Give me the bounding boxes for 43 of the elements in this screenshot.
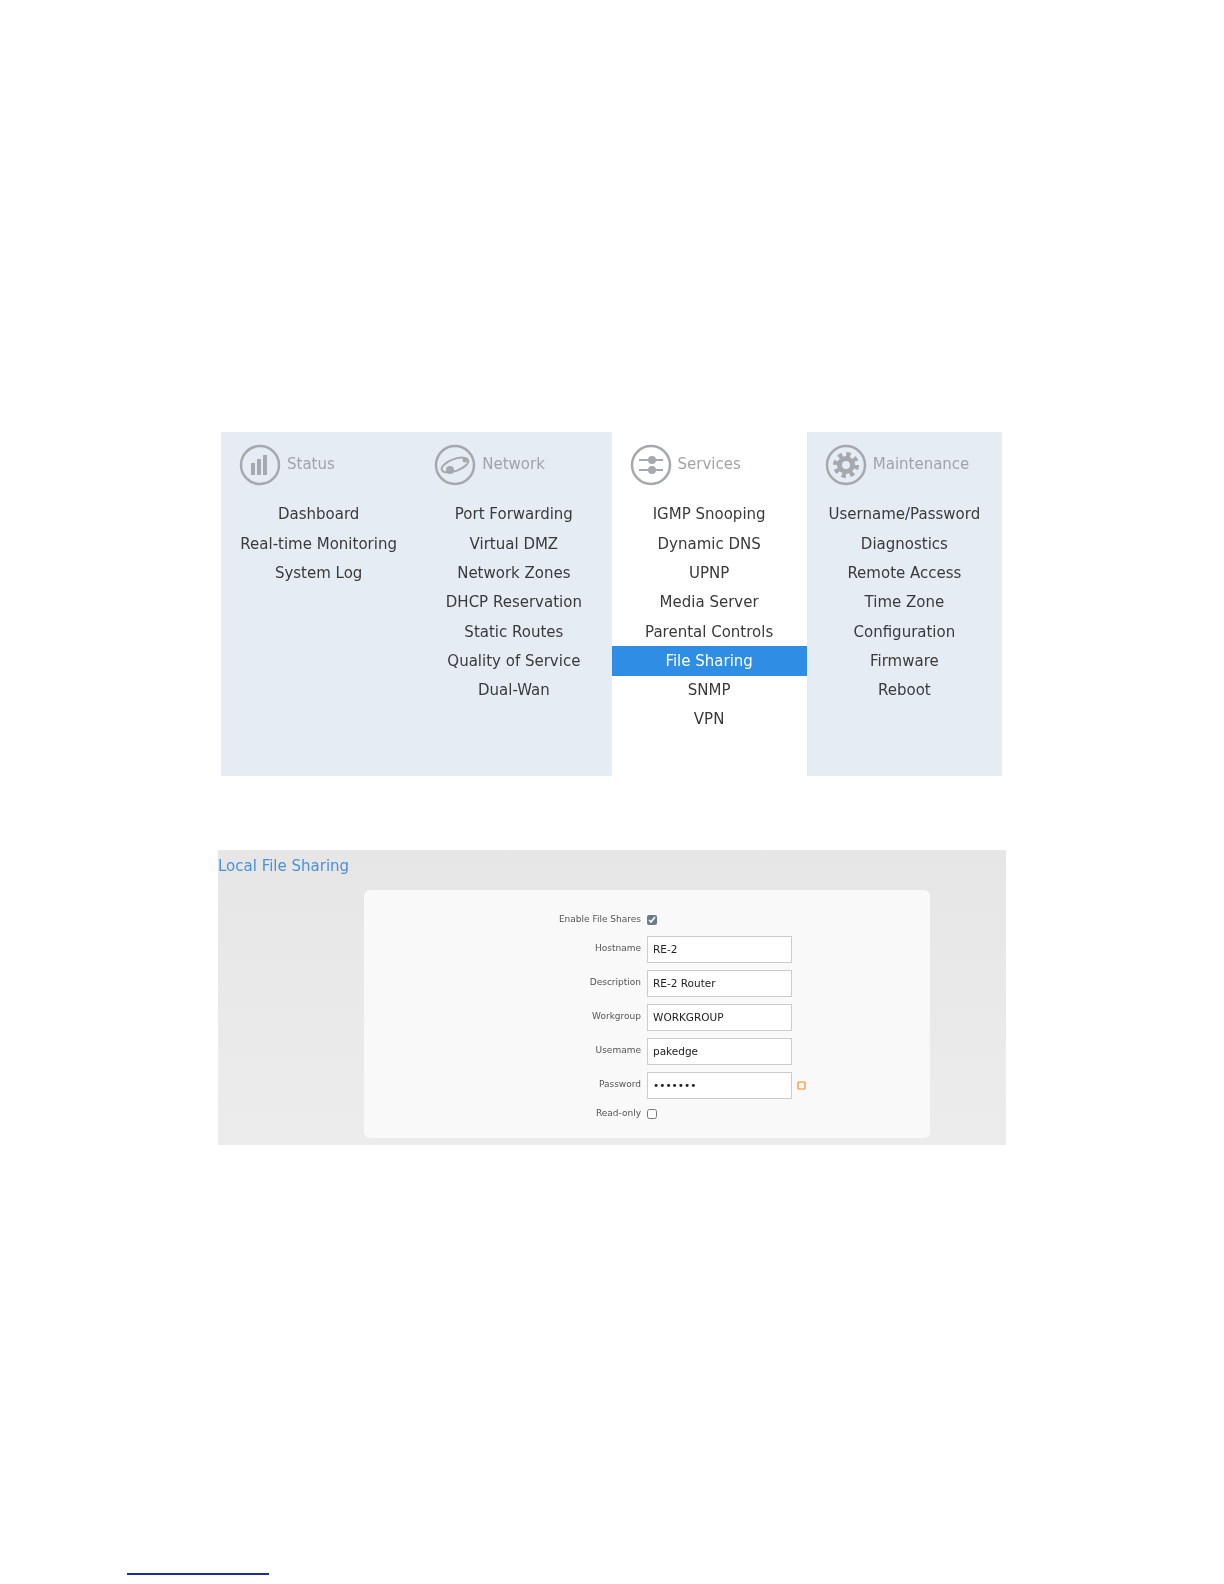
menu-item[interactable]: Configuration	[806, 617, 1002, 647]
menu-item[interactable]: Real-time Monitoring	[221, 529, 417, 559]
menu-item[interactable]: SNMP	[611, 675, 807, 706]
menu-item[interactable]: VPN	[611, 705, 807, 735]
menu-item[interactable]: System Log	[221, 558, 417, 588]
field-label: Description	[588, 976, 642, 990]
menu-item[interactable]: Firmware	[806, 646, 1002, 676]
menu-item[interactable]: Network Zones	[416, 558, 612, 588]
menu-item[interactable]: Virtual DMZ	[416, 529, 612, 559]
menu-item[interactable]: Diagnostics	[806, 529, 1002, 559]
menu-item[interactable]: Static Routes	[416, 617, 612, 647]
bar-chart-icon	[239, 443, 281, 486]
menu-item[interactable]: Port Forwarding	[416, 500, 612, 530]
checkbox[interactable]	[647, 1109, 657, 1119]
menu-item[interactable]: Media Server	[611, 587, 807, 618]
settings-icon	[824, 443, 867, 486]
menu-item[interactable]: DHCP Reservation	[416, 587, 612, 618]
menu-item[interactable]: Username/Password	[806, 500, 1002, 530]
input-field[interactable]: WORKGROUP	[647, 1003, 792, 1031]
menu-item[interactable]: Time Zone	[806, 587, 1002, 618]
menu-item[interactable]: UPNP	[611, 558, 807, 588]
field-label: Password	[597, 1078, 642, 1092]
menu-item[interactable]: Remote Access	[806, 558, 1002, 588]
field-label: Read-only	[594, 1107, 642, 1121]
password-field[interactable]: •••••••	[647, 1071, 792, 1099]
menu-item[interactable]: Dashboard	[221, 500, 417, 530]
input-field[interactable]: RE-2 Router	[647, 969, 792, 997]
field-label: Usemame	[594, 1044, 642, 1058]
field-label: Workgroup	[591, 1010, 642, 1024]
orbit-icon	[434, 443, 477, 486]
menu-item[interactable]: Reboot	[806, 675, 1002, 706]
input-field[interactable]: RE-2	[647, 935, 792, 963]
input-field[interactable]: pakedge	[647, 1037, 792, 1065]
menu-item[interactable]: Parental Controls	[611, 617, 807, 647]
menu-item[interactable]: IGMP Snooping	[611, 500, 807, 530]
checkbox[interactable]	[647, 915, 657, 925]
panel-title: Local File Sharing	[218, 856, 350, 876]
menu-item[interactable]: Dynamic DNS	[611, 529, 807, 559]
menu-item[interactable]: Quality of Service	[416, 646, 612, 676]
field-label: Enable File Shares	[557, 913, 642, 927]
sliders-icon	[629, 443, 672, 486]
field-label: Hostname	[594, 942, 642, 956]
menu-item[interactable]: Dual-Wan	[416, 675, 612, 706]
